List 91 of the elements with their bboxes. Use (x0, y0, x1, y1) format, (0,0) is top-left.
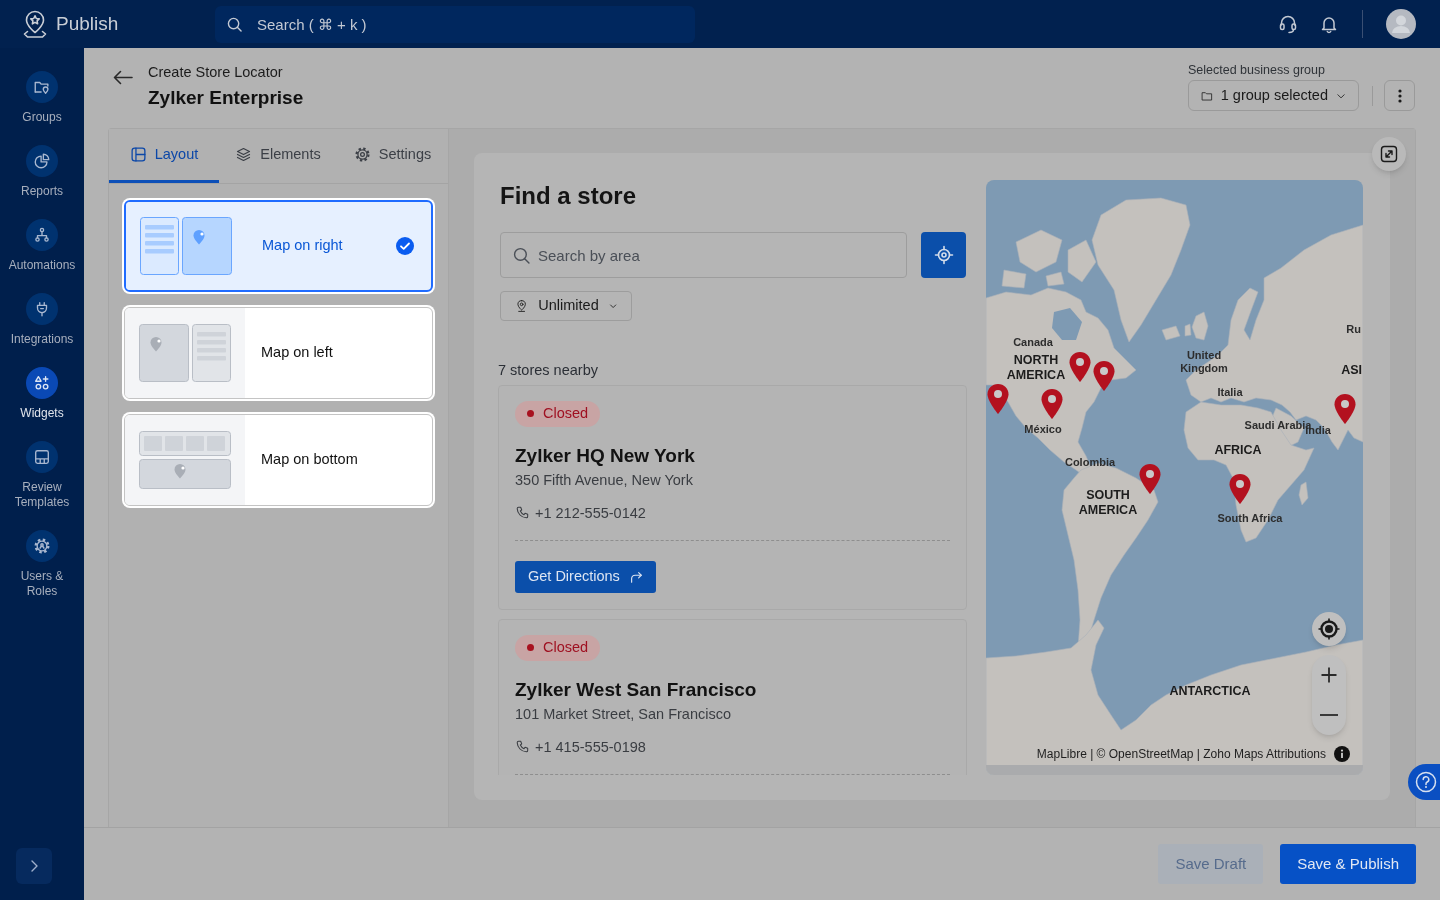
avatar-icon[interactable] (1386, 9, 1416, 39)
minus-icon (1320, 714, 1338, 716)
map-pin-icon[interactable] (1333, 393, 1357, 425)
map-pin-icon[interactable] (1228, 473, 1252, 505)
tab[interactable]: Elements (219, 129, 337, 183)
plug-icon (26, 293, 58, 325)
map-label: NORTH AMERICA (1005, 353, 1067, 383)
map-label: AFRICA (1214, 442, 1262, 458)
layout-option[interactable]: Map on left (124, 307, 433, 399)
map-label: Italia (1217, 385, 1243, 399)
locate-button[interactable] (921, 232, 966, 278)
directions-button[interactable]: Get Directions (515, 560, 656, 593)
search-field[interactable]: Search ( ⌘ + k ) (215, 5, 695, 43)
plus-icon (1320, 666, 1338, 684)
map-pin-icon[interactable] (1092, 360, 1116, 392)
headset-icon[interactable] (1278, 14, 1298, 34)
map-pin-icon[interactable] (1138, 463, 1162, 495)
breadcrumb-text: Create Store Locator (148, 63, 284, 81)
map-pin-icon[interactable] (1040, 388, 1064, 420)
check-circle-icon (396, 237, 414, 255)
nodes-icon (26, 219, 58, 251)
search-icon (227, 16, 242, 32)
layout-icon (129, 146, 147, 163)
app-name: Publish (56, 12, 119, 36)
store-name: Zylker West San Francisco (515, 677, 757, 702)
sidebar-item[interactable]: Automations (0, 219, 84, 273)
phone-number: +1 212-555-0142 (535, 503, 646, 523)
group-label: Selected business group (1188, 62, 1325, 78)
layers-icon (235, 146, 253, 163)
template-icon (26, 441, 58, 473)
store-name: Zylker HQ New York (515, 443, 695, 468)
island-land (1298, 481, 1309, 506)
map-label: ANTARCTICA (1169, 683, 1251, 699)
page-title: Zylker Enterprise (148, 86, 304, 110)
info-icon[interactable] (1334, 746, 1350, 762)
crosshair-icon (933, 245, 954, 265)
island-land (1161, 325, 1181, 341)
expand-button[interactable] (1372, 137, 1406, 171)
sidebar-item[interactable]: Widgets (0, 367, 84, 421)
target-icon (1317, 617, 1341, 641)
island-land (1067, 239, 1097, 283)
phone-icon (515, 739, 529, 754)
map-label: ASI (1341, 363, 1362, 378)
bay-water (1052, 308, 1082, 340)
shapes-icon (26, 367, 58, 399)
folder-pin-icon (26, 71, 58, 103)
sidebar-item[interactable]: Reports (0, 145, 84, 199)
store-address: 101 Market Street, San Francisco (515, 704, 731, 724)
layout-option[interactable]: Map on right (124, 200, 433, 292)
more-vertical-icon (1397, 88, 1402, 103)
expand-icon (1380, 145, 1398, 163)
expand-sidebar-button[interactable] (16, 848, 52, 884)
map-pin-icon[interactable] (986, 383, 1010, 415)
status-text: Closed (543, 403, 589, 423)
map-pin-icon[interactable] (1068, 351, 1092, 383)
back-arrow-icon[interactable] (113, 70, 133, 85)
phone-number: +1 415-555-0198 (535, 737, 646, 757)
map-label: SOUTH AMERICA (1077, 488, 1139, 518)
help-button[interactable] (1408, 764, 1440, 800)
logo-icon (22, 9, 48, 39)
curved-arrow-icon (628, 569, 643, 584)
results-count: 7 stores nearby (498, 360, 599, 380)
store-address: 350 Fifth Avenue, New York (515, 470, 693, 490)
sidebar-item[interactable]: Groups (0, 71, 84, 125)
gear-user-icon (26, 530, 58, 562)
phone-icon (515, 505, 529, 520)
pie-chart-icon (26, 145, 58, 177)
map-attribution: MapLibre | © OpenStreetMap | Zoho Maps Attributions (1036, 746, 1326, 763)
map-label: South Africa (1217, 511, 1283, 525)
group-dropdown[interactable]: 1 group selected (1188, 80, 1359, 111)
status-text: Closed (543, 637, 589, 657)
map-label: Ru (1346, 323, 1361, 336)
area-search-field[interactable]: Search by area (500, 232, 907, 278)
map-label: México (1024, 422, 1062, 436)
sidebar-item[interactable]: Integrations (0, 293, 84, 347)
save-publish-button[interactable]: Save & Publish (1280, 844, 1416, 884)
map-label: Canada (1013, 335, 1053, 349)
gear-icon (353, 146, 371, 163)
question-icon (1415, 771, 1437, 793)
radius-dropdown[interactable]: Unlimited (500, 291, 632, 321)
search-icon (513, 246, 530, 264)
sidebar-item[interactable]: Users & Roles (0, 530, 84, 599)
layout-option[interactable]: Map on bottom (124, 414, 433, 506)
preview-title: Find a store (500, 181, 638, 211)
map-label: United Kingdom (1179, 349, 1229, 375)
tab[interactable]: Settings (337, 129, 448, 183)
location-pin-icon (515, 297, 529, 314)
sidebar-item[interactable]: Review Templates (0, 441, 84, 510)
tab[interactable]: Layout (109, 129, 219, 183)
bell-icon[interactable] (1319, 14, 1339, 34)
map-label: Colombia (1064, 455, 1116, 469)
